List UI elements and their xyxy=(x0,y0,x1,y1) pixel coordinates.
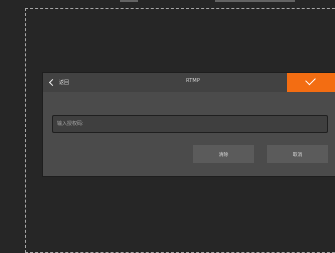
dialog-header: 返回 RTMP xyxy=(43,73,335,92)
clear-button[interactable]: 清除 xyxy=(193,145,254,163)
dialog-title: RTMP xyxy=(186,78,200,84)
top-edge-strip xyxy=(120,0,295,2)
chevron-left-icon xyxy=(48,78,56,88)
confirm-button[interactable] xyxy=(287,73,335,92)
back-button[interactable]: 返回 xyxy=(48,76,69,89)
rtmp-authorization-dialog: 返回 RTMP 清除 取消 xyxy=(43,73,335,176)
cancel-button[interactable]: 取消 xyxy=(267,145,328,163)
authorization-code-input[interactable] xyxy=(52,115,328,133)
back-label: 返回 xyxy=(59,80,70,86)
settings-screen: 返回 RTMP 清除 取消 xyxy=(0,0,335,253)
check-icon xyxy=(305,74,316,86)
